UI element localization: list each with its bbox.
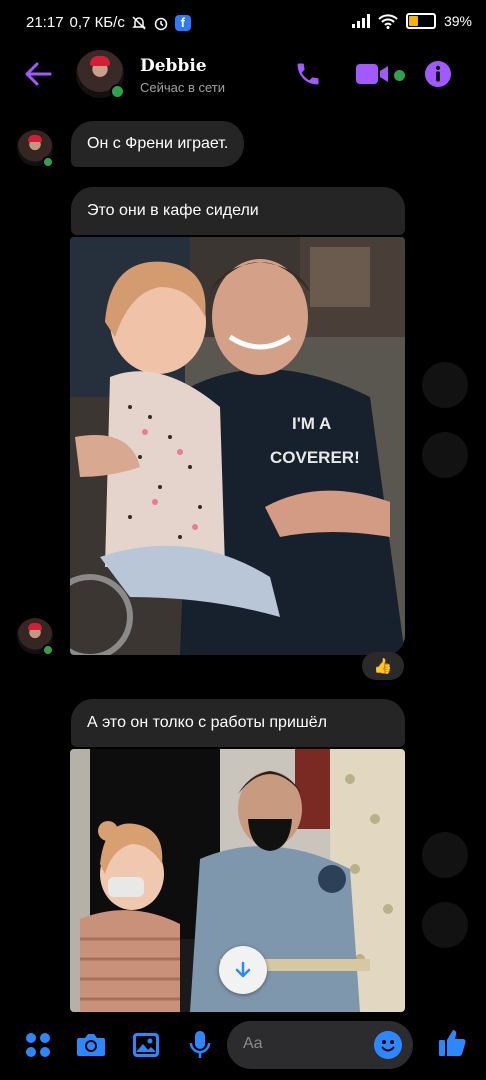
message-bubble[interactable]: Он с Френи играет. [71, 121, 245, 167]
message-composer: Aa [0, 1012, 486, 1080]
status-time: 21:17 [26, 14, 64, 31]
chat-header: Debbie Сейчас в сети [0, 44, 486, 108]
save-action-button[interactable] [422, 902, 468, 948]
message-text: А это он толко с работы пришёл [87, 714, 327, 731]
shirt-text-2: COVERER! [270, 448, 360, 467]
share-action-button[interactable] [422, 362, 468, 408]
battery-percent: 39% [443, 13, 472, 29]
photo-cafe-image: I'M A COVERER! [70, 237, 405, 655]
scroll-to-bottom-button[interactable] [219, 946, 267, 994]
thumbs-up-icon[interactable] [437, 1028, 467, 1058]
alarm-icon [154, 17, 168, 30]
contact-status: Сейчас в сети [140, 80, 226, 95]
info-icon[interactable] [424, 60, 452, 88]
message-input[interactable]: Aa [227, 1021, 413, 1069]
signal-icon [351, 14, 370, 28]
video-call-icon[interactable] [356, 62, 390, 86]
phone-call-icon[interactable] [294, 60, 322, 88]
thumbs-up-reaction-icon: 👍 [373, 658, 393, 675]
network-speed: 0,7 КБ/с [69, 14, 125, 31]
facebook-notification-icon: f [174, 14, 191, 31]
message-bubble[interactable]: Это они в кафе сидели [71, 187, 405, 235]
status-right: 39% [351, 13, 472, 29]
microphone-icon[interactable] [188, 1030, 212, 1060]
arrow-down-icon [235, 961, 251, 978]
contact-name[interactable]: Debbie [140, 56, 207, 76]
status-left: 21:17 0,7 КБ/с f [26, 14, 191, 31]
message-text: Это они в кафе сидели [87, 202, 259, 219]
back-arrow-icon[interactable] [22, 58, 54, 90]
message-bubble[interactable]: А это он толко с работы пришёл [71, 699, 405, 747]
shared-photo[interactable]: I'M A COVERER! [70, 237, 405, 655]
gallery-icon[interactable] [132, 1032, 160, 1058]
shirt-text-1: I'M A [292, 414, 331, 433]
mute-bell-icon [132, 15, 146, 30]
camera-icon[interactable] [76, 1032, 106, 1058]
wifi-icon [378, 13, 398, 29]
status-bar: 21:17 0,7 КБ/с f 39% [0, 0, 486, 44]
save-action-button[interactable] [422, 432, 468, 478]
battery-icon [405, 13, 436, 29]
video-active-dot [393, 69, 406, 82]
reaction-badge[interactable]: 👍 [362, 652, 404, 680]
message-text: Он с Френи играет. [87, 135, 229, 152]
sender-online-dot [42, 644, 54, 656]
apps-menu-icon[interactable] [25, 1032, 51, 1058]
message-input-placeholder: Aa [243, 1035, 263, 1052]
emoji-icon[interactable] [374, 1031, 402, 1059]
sender-online-dot [42, 156, 54, 168]
battery-fill [408, 16, 418, 26]
share-action-button[interactable] [422, 832, 468, 878]
online-indicator [110, 84, 125, 99]
